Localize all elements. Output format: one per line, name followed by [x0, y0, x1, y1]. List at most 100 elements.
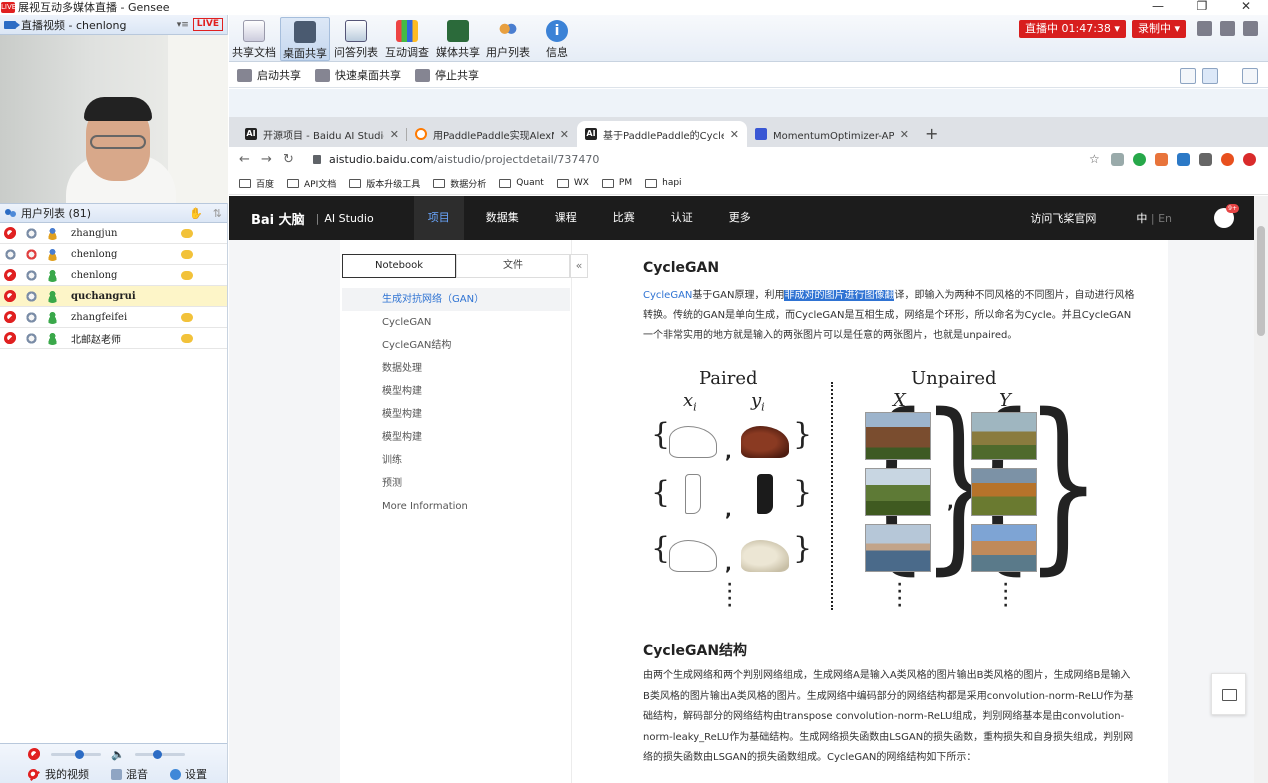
browser-tab[interactable]: AI 开源项目 - Baidu AI Studio - 人 ✕	[237, 121, 407, 147]
toc-item[interactable]: 数据处理	[342, 357, 570, 380]
update-icon[interactable]	[1243, 153, 1256, 166]
bookmark[interactable]: PM	[601, 178, 632, 188]
star-icon[interactable]: ☆	[1089, 153, 1102, 166]
camera-off-icon[interactable]	[4, 289, 17, 303]
mix-icon[interactable]	[111, 768, 122, 780]
gear-icon[interactable]	[1243, 21, 1258, 36]
fit-screen-icon[interactable]	[1180, 68, 1196, 84]
extension-icon[interactable]	[1133, 153, 1146, 166]
settings-button[interactable]: 设置	[185, 766, 207, 782]
user-row[interactable]: 北邮赵老师	[0, 328, 227, 349]
nav-competitions[interactable]: 比赛	[599, 196, 649, 240]
my-video-button[interactable]: 我的视频	[45, 766, 89, 782]
settings-gear-icon[interactable]	[170, 768, 181, 780]
actual-size-icon[interactable]	[1202, 68, 1218, 84]
camera-off-icon[interactable]	[4, 268, 17, 282]
profile-avatar[interactable]	[1221, 153, 1234, 166]
extension-icon[interactable]	[1177, 153, 1190, 166]
mic-icon[interactable]	[25, 331, 38, 345]
bookmark[interactable]: API文档	[287, 177, 336, 190]
collapse-sidebar-icon[interactable]: «	[570, 254, 588, 278]
browser-tab[interactable]: MomentumOptimizer-API文档- ✕	[747, 121, 917, 147]
tab-notebook[interactable]: Notebook	[342, 254, 456, 278]
bookmark[interactable]: Quant	[499, 178, 544, 188]
paddle-official-link[interactable]: 访问飞桨官网	[1030, 210, 1096, 226]
close-tab-icon[interactable]: ✕	[390, 128, 399, 141]
extension-icon[interactable]	[1111, 153, 1124, 166]
toc-item[interactable]: 模型构建	[342, 403, 570, 426]
nav-courses[interactable]: 课程	[541, 196, 591, 240]
nav-projects[interactable]: 项目	[413, 196, 464, 240]
restore-icon[interactable]: ❐	[1180, 0, 1224, 12]
bookmark[interactable]: 数据分析	[433, 177, 486, 190]
close-tab-icon[interactable]: ✕	[900, 128, 909, 141]
hand-raise-icon[interactable]	[1197, 21, 1212, 36]
chat-icon[interactable]	[181, 333, 193, 343]
toc-item[interactable]: 模型构建	[342, 380, 570, 403]
mic-volume-slider[interactable]	[51, 749, 101, 759]
speaker-icon[interactable]: 🔈	[111, 748, 125, 761]
mic-icon[interactable]	[4, 247, 17, 261]
cyclegan-link[interactable]: CycleGAN	[643, 290, 692, 301]
desktop-share-button[interactable]: 桌面共享	[280, 17, 330, 61]
feedback-chat-icon[interactable]	[1211, 673, 1246, 715]
speaker-volume-slider[interactable]	[134, 749, 185, 759]
user-list-button[interactable]: 用户列表	[483, 17, 533, 61]
user-row[interactable]: zhangfeifei	[0, 307, 227, 328]
reload-icon[interactable]: ↻	[283, 152, 305, 167]
nav-more[interactable]: 更多	[715, 196, 765, 240]
tab-files[interactable]: 文件	[456, 254, 570, 278]
camera-off-icon[interactable]	[4, 226, 17, 240]
bookmark[interactable]: WX	[556, 178, 589, 188]
mic-icon[interactable]	[25, 226, 38, 240]
share-doc-button[interactable]: 共享文档	[229, 17, 279, 61]
camera-off-icon[interactable]	[4, 331, 17, 345]
info-button[interactable]: i 信息	[532, 17, 582, 61]
user-row[interactable]: chenlong	[0, 265, 227, 286]
record-status-button[interactable]: 录制中 ▾	[1132, 20, 1187, 38]
user-row[interactable]: chenlong	[0, 244, 227, 265]
my-video-icon[interactable]	[28, 768, 39, 780]
nav-certification[interactable]: 认证	[657, 196, 707, 240]
layout-icon[interactable]	[1220, 21, 1235, 36]
speaker-icon[interactable]	[25, 247, 38, 261]
extension-icon[interactable]	[1155, 153, 1168, 166]
toc-item[interactable]: 预测	[342, 472, 570, 495]
mic-mute-icon[interactable]	[28, 747, 41, 761]
survey-button[interactable]: 互动调查	[382, 17, 432, 61]
fullscreen-icon[interactable]	[1242, 68, 1258, 84]
toc-item[interactable]: 模型构建	[342, 426, 570, 449]
page-scrollbar[interactable]	[1254, 196, 1268, 783]
toc-item[interactable]: CycleGAN	[342, 311, 570, 334]
toc-item[interactable]: 生成对抗网络（GAN）	[342, 288, 570, 311]
hand-icon[interactable]: ✋	[189, 207, 203, 220]
bookmark[interactable]: 百度	[239, 177, 274, 190]
notification-bell-icon[interactable]: 9+	[1214, 204, 1239, 228]
back-icon[interactable]: ←	[239, 152, 261, 167]
nav-datasets[interactable]: 数据集	[472, 196, 533, 240]
bookmark[interactable]: hapi	[645, 178, 682, 188]
extension-icon[interactable]	[1199, 153, 1212, 166]
bookmark[interactable]: 版本升级工具	[349, 177, 420, 190]
sort-icon[interactable]: ⇅	[213, 207, 222, 220]
minimize-icon[interactable]: —	[1136, 0, 1180, 12]
qa-list-button[interactable]: 问答列表	[331, 17, 381, 61]
media-share-button[interactable]: 媒体共享	[433, 17, 483, 61]
language-switch[interactable]: 中 | En	[1136, 210, 1172, 226]
chat-icon[interactable]	[181, 228, 193, 238]
menu-icon[interactable]: ▾≡	[177, 20, 189, 30]
close-tab-icon[interactable]: ✕	[560, 128, 569, 141]
chat-icon[interactable]	[181, 270, 193, 280]
mix-button[interactable]: 混音	[126, 766, 148, 782]
stop-share-button[interactable]: 停止共享	[415, 67, 479, 83]
mic-icon[interactable]	[25, 289, 38, 303]
mic-icon[interactable]	[25, 310, 38, 324]
start-share-button[interactable]: 启动共享	[237, 67, 301, 83]
close-icon[interactable]: ✕	[1224, 0, 1268, 12]
quick-share-button[interactable]: 快速桌面共享	[315, 67, 401, 83]
toc-item[interactable]: More Information	[342, 495, 570, 518]
browser-tab-active[interactable]: AI 基于PaddlePaddle的CycleGAN ✕	[577, 121, 747, 147]
aistudio-logo-text[interactable]: AI Studio	[324, 212, 373, 225]
toc-item[interactable]: CycleGAN结构	[342, 334, 570, 357]
chat-icon[interactable]	[181, 312, 193, 322]
